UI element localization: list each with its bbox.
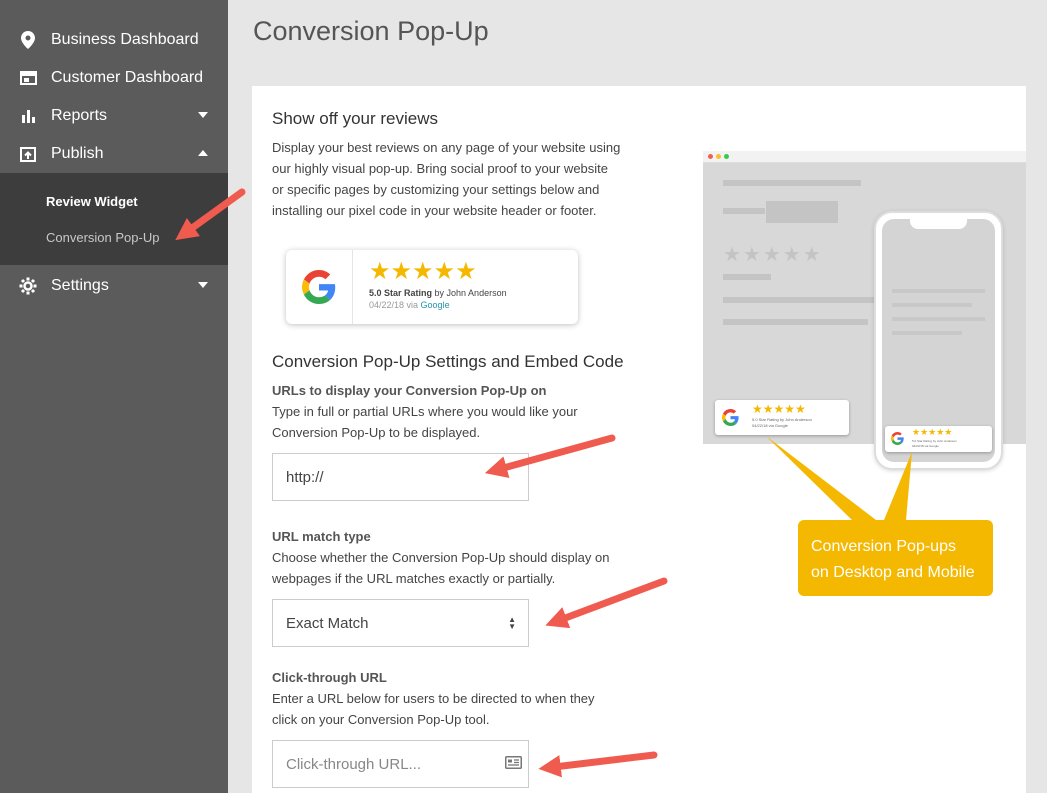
urls-input[interactable]: http:// <box>272 453 529 501</box>
review-badge-preview: ★★★★★ 5.0 Star Rating by John Anderson 0… <box>286 250 578 324</box>
click-through-input[interactable]: Click-through URL... <box>272 740 529 788</box>
sidebar-item-business-dashboard[interactable]: Business Dashboard <box>0 21 228 59</box>
chevron-up-icon <box>198 150 208 156</box>
urls-help: Type in full or partial URLs where you w… <box>272 404 578 440</box>
publish-submenu: Review Widget Conversion Pop-Up <box>0 173 228 265</box>
select-arrows-icon: ▲ ▼ <box>508 615 516 631</box>
mobile-mini-badge: ★★★★★ 5.0 Star Rating by John Anderson 0… <box>885 426 992 452</box>
sidebar-item-customer-dashboard[interactable]: Customer Dashboard <box>0 59 228 97</box>
sidebar-item-label: Settings <box>51 277 109 294</box>
intro-text: Display your best reviews on any page of… <box>272 140 621 218</box>
desktop-mini-badge: ★★★★★ 5.0 Star Rating by John Anderson 0… <box>715 400 849 435</box>
intro-heading: Show off your reviews <box>272 109 438 128</box>
click-through-placeholder: Click-through URL... <box>286 755 422 773</box>
urls-label: URLs to display your Conversion Pop-Up o… <box>272 383 547 398</box>
sidebar-item-publish[interactable]: Publish <box>0 135 228 173</box>
star-rating-icon: ★★★★★ <box>752 402 806 416</box>
match-type-help: Choose whether the Conversion Pop-Up sho… <box>272 550 610 586</box>
gear-icon <box>18 276 38 296</box>
chevron-down-icon <box>198 112 208 118</box>
sidebar-item-reports[interactable]: Reports <box>0 97 228 135</box>
bar-chart-icon <box>18 106 38 126</box>
google-logo-icon <box>891 432 904 445</box>
placeholder-stars-icon: ★★★★★ <box>723 244 823 266</box>
sidebar-item-label: Customer Dashboard <box>51 69 204 86</box>
star-rating-icon: ★★★★★ <box>912 427 953 437</box>
window-maximize-dot <box>724 154 729 159</box>
chevron-down-icon <box>198 282 208 288</box>
window-close-dot <box>708 154 713 159</box>
sidebar-item-label: Reports <box>51 107 108 124</box>
page-title: Conversion Pop-Up <box>253 16 489 46</box>
sidebar-item-settings[interactable]: Settings <box>0 267 228 305</box>
sidebar-item-label: Publish <box>51 145 104 162</box>
google-logo-icon <box>302 270 336 304</box>
match-type-label: URL match type <box>272 529 371 544</box>
submenu-item-conversion-popup[interactable]: Conversion Pop-Up <box>46 230 159 245</box>
sidebar-item-label: Business Dashboard <box>51 31 199 48</box>
settings-heading: Conversion Pop-Up Settings and Embed Cod… <box>272 352 624 371</box>
map-pin-icon <box>18 30 38 50</box>
sidebar: Business Dashboard Customer Dashboard Re… <box>0 0 228 793</box>
google-logo-icon <box>722 409 739 426</box>
click-through-help: Enter a URL below for users to be direct… <box>272 691 595 727</box>
preview-callout: Conversion Pop-ups on Desktop and Mobile <box>798 520 993 596</box>
submenu-item-review-widget[interactable]: Review Widget <box>46 194 138 209</box>
contact-card-icon <box>505 756 522 773</box>
match-type-select[interactable]: Exact Match ▲ ▼ <box>272 599 529 647</box>
match-type-value: Exact Match <box>286 614 369 632</box>
window-minimize-dot <box>716 154 721 159</box>
star-rating-icon: ★★★★★ <box>369 258 477 285</box>
publish-icon <box>18 144 38 164</box>
click-through-label: Click-through URL <box>272 670 387 685</box>
mobile-preview-illustration: ★★★★★ 5.0 Star Rating by John Anderson 0… <box>874 211 1003 470</box>
browser-window-icon <box>18 68 38 88</box>
